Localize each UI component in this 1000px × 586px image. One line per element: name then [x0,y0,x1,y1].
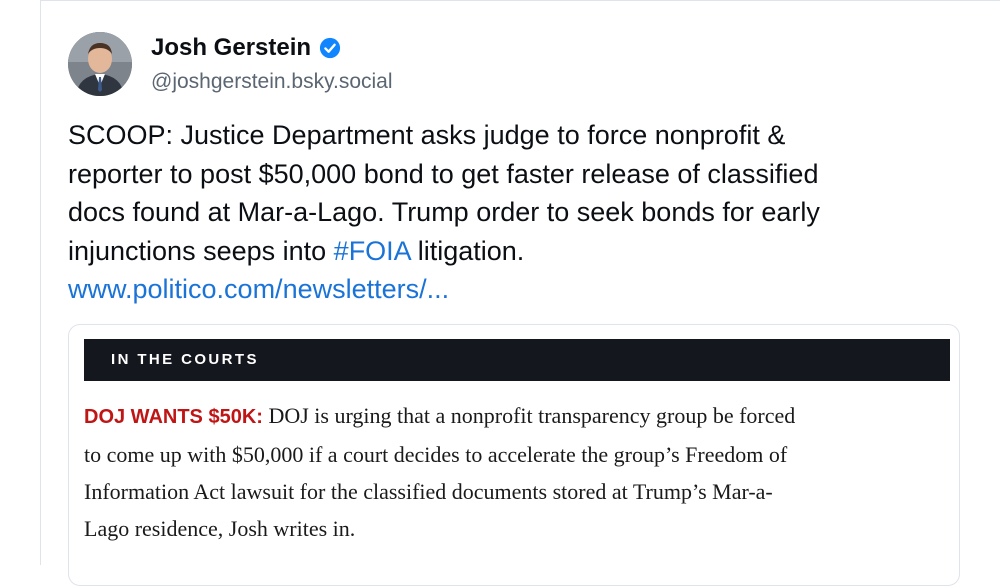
external-link[interactable]: www.politico.com/newsletters/... [68,270,968,309]
author-row: Josh Gerstein [151,34,341,62]
post-text-line: reporter to post $50,000 bond to get fas… [68,158,819,189]
article-line: DOJ WANTS $50K: DOJ is urging that a non… [84,397,954,436]
article-line: Lago residence, Josh writes in. [84,516,356,541]
section-title: IN THE COURTS [111,351,259,368]
post-text-line: SCOOP: Justice Department asks judge to … [68,120,786,150]
hashtag-link[interactable]: #FOIA [334,236,411,266]
post-text-line: injunctions seeps into #FOIA litigation. [68,232,968,271]
post-text-fragment: litigation. [410,235,525,266]
verified-badge-icon [319,37,341,59]
avatar-image [68,32,132,96]
section-banner: IN THE COURTS [84,339,950,381]
post-text-line: docs found at Mar-a-Lago. Trump order to… [68,197,820,227]
author-name[interactable]: Josh Gerstein [151,34,311,62]
article-line: to come up with $50,000 if a court decid… [84,442,788,467]
article-text: DOJ is urging that a nonprofit transpare… [262,403,796,428]
post-text: SCOOP: Justice Department asks judge to … [68,116,968,309]
article-excerpt: DOJ WANTS $50K: DOJ is urging that a non… [84,397,954,547]
article-kicker: DOJ WANTS $50K: [84,406,263,428]
article-line: Information Act lawsuit for the classifi… [84,479,773,504]
image-embed[interactable]: IN THE COURTS DOJ WANTS $50K: DOJ is urg… [68,324,960,586]
avatar[interactable] [68,32,132,96]
post-text-fragment: injunctions seeps into [68,235,334,266]
author-handle[interactable]: @joshgerstein.bsky.social [151,70,393,94]
